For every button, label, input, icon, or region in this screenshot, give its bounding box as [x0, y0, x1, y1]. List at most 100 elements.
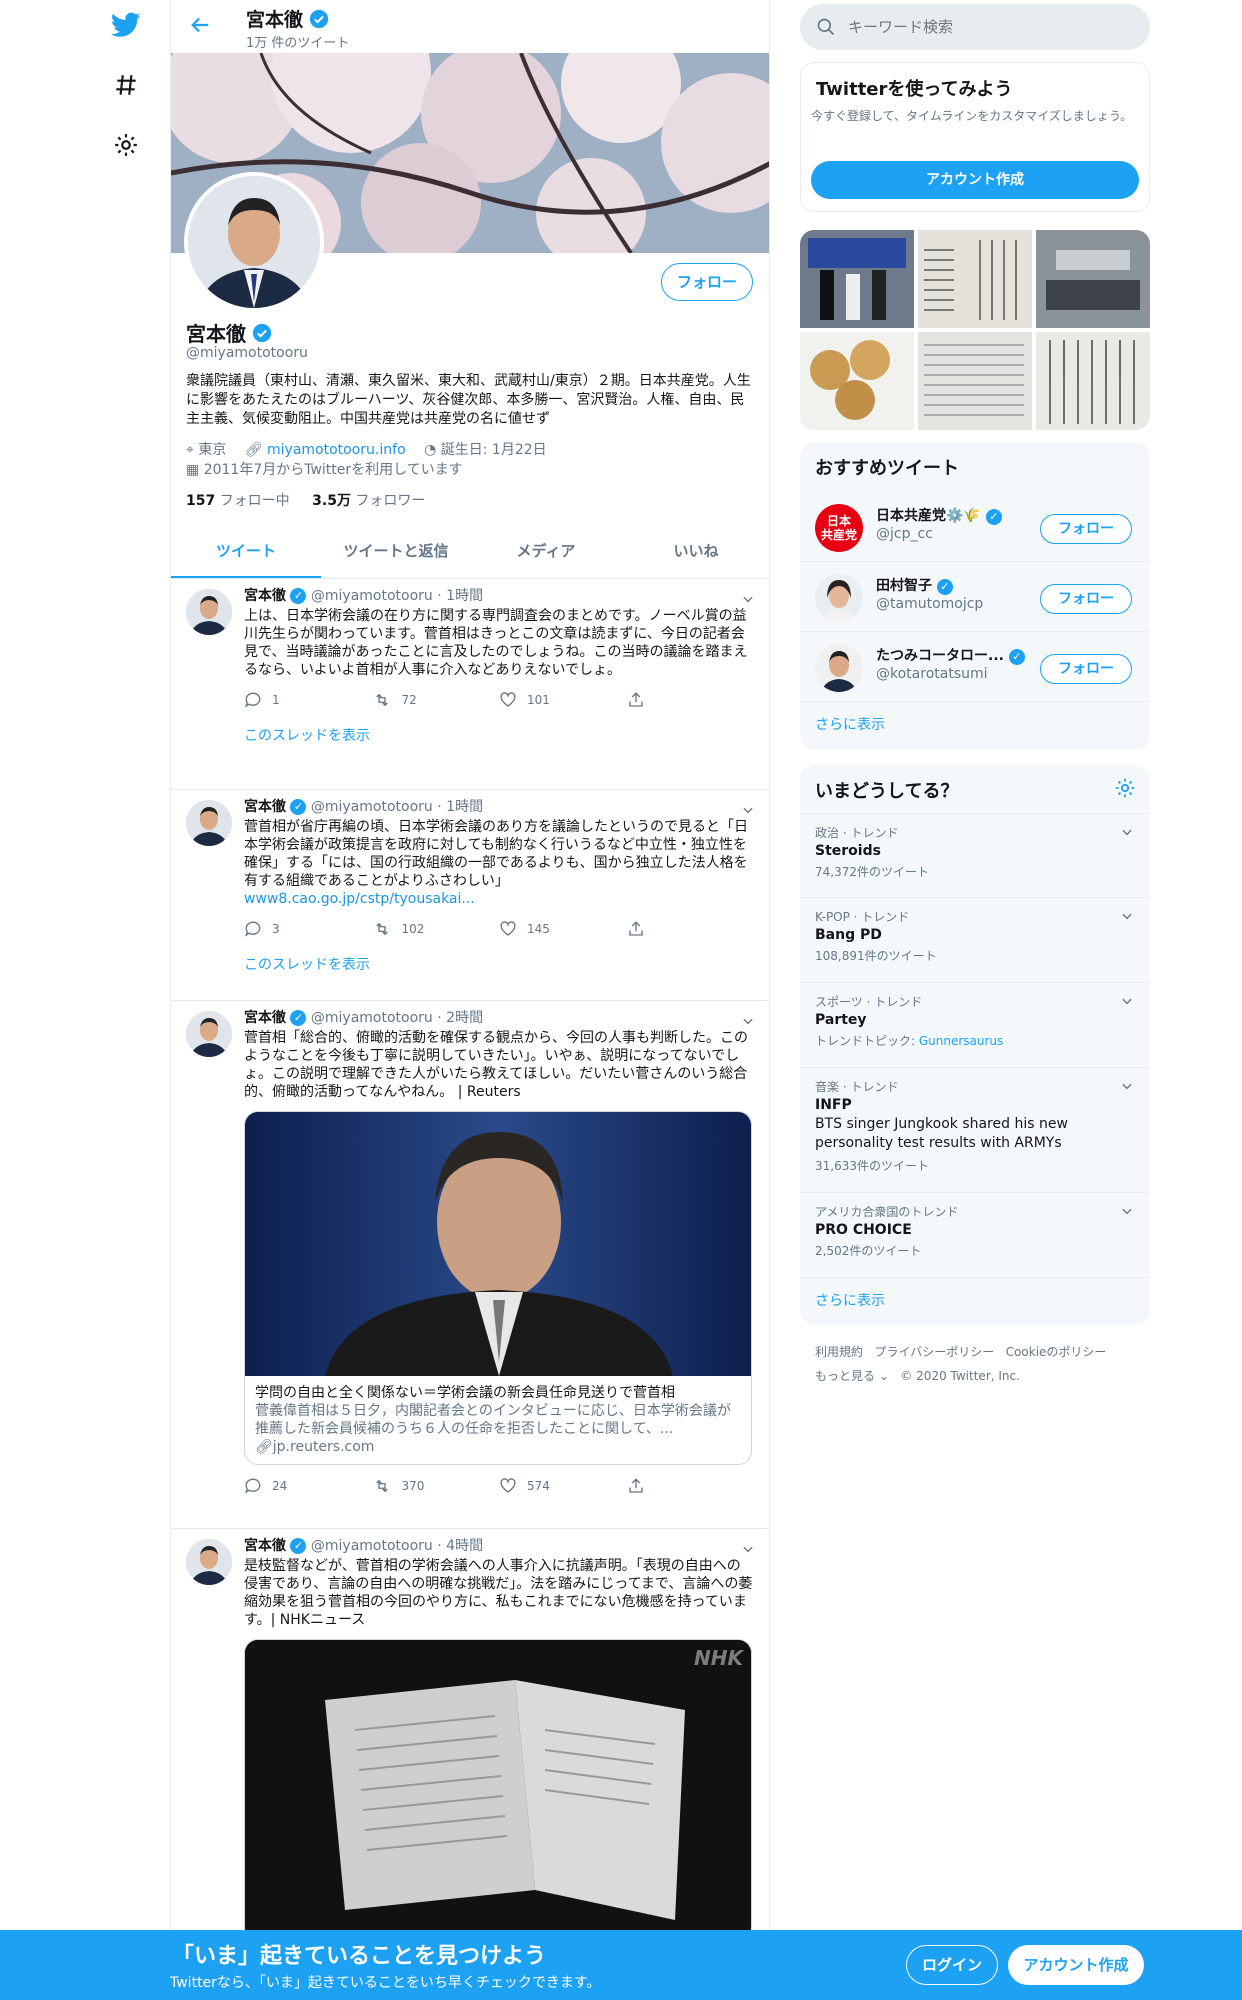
- card-description: 菅義偉首相は５日夕，内閣記者会とのインタビューに応じ、日本学術会議が推薦した新会…: [255, 1403, 731, 1437]
- suggested-user[interactable]: たつみコータロー... ✓ @kotarotatsumi フォロー: [800, 632, 1150, 702]
- signup-description: 今すぐ登録して、タイムラインをカスタマイズしましょう。: [811, 109, 1133, 123]
- link-card[interactable]: 学問の自由と全く関係ない＝学術会議の新会員任命見送りで菅首相 菅義偉首相は５日夕…: [244, 1111, 752, 1465]
- tweet[interactable]: 宮本徹 ✓ @miyamototooru · 2時間 菅首相「総合的、俯瞰的活動…: [171, 1001, 769, 1529]
- share-button[interactable]: [627, 1477, 755, 1495]
- trend-item[interactable]: 政治 · トレンド Steroids 74,372件のツイート: [800, 813, 1150, 898]
- retweet-button[interactable]: 102: [372, 920, 500, 938]
- create-account-button[interactable]: アカウント作成: [811, 161, 1139, 199]
- suggested-user-handle: @tamutomojcp: [876, 596, 984, 612]
- verified-badge-icon: ✓: [290, 799, 307, 815]
- follow-button[interactable]: フォロー: [1040, 654, 1132, 684]
- suggested-user-name[interactable]: 田村智子: [876, 578, 932, 594]
- tweet-author-name[interactable]: 宮本徹: [244, 799, 286, 815]
- chevron-down-icon[interactable]: [1120, 1078, 1134, 1097]
- footer-link-terms[interactable]: 利用規約: [815, 1345, 863, 1359]
- trend-item[interactable]: 音楽 · トレンド INFP BTS singer Jungkook shared …: [800, 1068, 1150, 1193]
- chevron-down-icon[interactable]: [1120, 824, 1134, 843]
- share-button[interactable]: [627, 920, 755, 938]
- profile-meta: ⌖ 東京 🔗︎ miyamototooru.info ◔ 誕生日: 1月22日 …: [186, 440, 756, 480]
- tweet-avatar[interactable]: [186, 1011, 232, 1057]
- suggested-show-more-link[interactable]: さらに表示: [815, 714, 885, 734]
- retweet-button[interactable]: 72: [372, 691, 500, 709]
- tab-likes[interactable]: いいね: [621, 525, 769, 578]
- tweet-time[interactable]: 1時間: [446, 588, 483, 604]
- profile-avatar[interactable]: [184, 172, 324, 312]
- tweet-avatar[interactable]: [186, 1539, 232, 1585]
- tweet-avatar[interactable]: [186, 589, 232, 635]
- chevron-down-icon[interactable]: [1120, 993, 1134, 1012]
- footer-link-cookie[interactable]: Cookieのポリシー: [1006, 1345, 1107, 1359]
- card-domain: jp.reuters.com: [272, 1439, 375, 1455]
- show-thread-link[interactable]: このスレッドを表示: [244, 725, 754, 745]
- twitter-bird-icon[interactable]: [111, 10, 141, 40]
- tweet[interactable]: 宮本徹 ✓ @miyamototooru · 1時間 菅首相が省庁再編の頃、日本…: [171, 790, 769, 1001]
- tweet-author-handle[interactable]: @miyamototooru: [311, 1538, 433, 1554]
- jcp-logo-avatar[interactable]: 日本 共産党: [815, 504, 863, 552]
- follow-button[interactable]: フォロー: [1040, 514, 1132, 544]
- suggested-user-handle: @kotarotatsumi: [876, 666, 988, 682]
- gear-icon[interactable]: [1114, 777, 1136, 803]
- profile-follow-button[interactable]: フォロー: [661, 263, 753, 301]
- reply-button[interactable]: 3: [244, 920, 372, 938]
- gear-icon[interactable]: [111, 130, 141, 160]
- tweet-time[interactable]: 4時間: [446, 1538, 483, 1554]
- chevron-down-icon[interactable]: [1120, 908, 1134, 927]
- hashtag-icon[interactable]: [111, 70, 141, 100]
- tweet-time[interactable]: 1時間: [446, 799, 483, 815]
- trend-item[interactable]: K-POP · トレンド Bang PD 108,891件のツイート: [800, 898, 1150, 983]
- footer-more-link[interactable]: もっと見る ⌄: [815, 1369, 889, 1383]
- tab-tweets-replies[interactable]: ツイートと返信: [321, 525, 471, 578]
- chevron-down-icon[interactable]: [1120, 1203, 1134, 1222]
- follow-button[interactable]: フォロー: [1040, 584, 1132, 614]
- reply-button[interactable]: 24: [244, 1477, 372, 1495]
- link-icon: 🔗︎: [244, 442, 263, 458]
- media-thumb: [1036, 230, 1150, 328]
- search-box[interactable]: [800, 4, 1150, 50]
- search-input[interactable]: [848, 15, 1128, 39]
- retweet-button[interactable]: 370: [372, 1477, 500, 1495]
- tweet-author-handle[interactable]: @miyamototooru: [311, 799, 433, 815]
- link-card[interactable]: NHK: [244, 1639, 752, 1941]
- like-button[interactable]: 145: [499, 920, 627, 938]
- tweet-author-name[interactable]: 宮本徹: [244, 1010, 286, 1026]
- profile-name: 宮本徹: [186, 318, 272, 347]
- login-button[interactable]: ログイン: [906, 1945, 998, 1985]
- tweet-author-handle[interactable]: @miyamototooru: [311, 1010, 433, 1026]
- tweet[interactable]: 宮本徹 ✓ @miyamototooru · 1時間 上は、日本学術会議の在り方…: [171, 579, 769, 790]
- like-button[interactable]: 574: [499, 1477, 627, 1495]
- tweet-link[interactable]: www8.cao.go.jp/cstp/tyousakai...: [244, 891, 475, 907]
- verified-badge-icon: [252, 323, 272, 343]
- footer-link-privacy[interactable]: プライバシーポリシー: [874, 1345, 994, 1359]
- bottom-create-account-button[interactable]: アカウント作成: [1008, 1945, 1144, 1985]
- suggested-user-avatar[interactable]: [815, 574, 863, 622]
- tweet-author-name[interactable]: 宮本徹: [244, 588, 286, 604]
- share-button[interactable]: [627, 691, 755, 709]
- tweet-author-handle[interactable]: @miyamototooru: [311, 588, 433, 604]
- back-arrow-icon[interactable]: [189, 14, 211, 40]
- trends-show-more-link[interactable]: さらに表示: [815, 1290, 885, 1310]
- suggested-title: おすすめツイート: [815, 458, 959, 479]
- tab-media[interactable]: メディア: [471, 525, 621, 578]
- tweet-avatar[interactable]: [186, 800, 232, 846]
- reply-button[interactable]: 1: [244, 691, 372, 709]
- tweet-time[interactable]: 2時間: [446, 1010, 483, 1026]
- following-link[interactable]: 157 フォロー中: [186, 493, 290, 509]
- trend-item[interactable]: アメリカ合衆国のトレンド PRO CHOICE 2,502件のツイート: [800, 1193, 1150, 1278]
- verified-badge-icon: [309, 9, 329, 29]
- tweet-actions: 3 102 145: [244, 920, 754, 938]
- trend-item[interactable]: スポーツ · トレンド Partey トレンドトピック: Gunnersaurus: [800, 983, 1150, 1068]
- followers-link[interactable]: 3.5万 フォロワー: [312, 493, 425, 509]
- verified-badge-icon: ✓: [290, 588, 307, 604]
- show-thread-link[interactable]: このスレッドを表示: [244, 954, 754, 974]
- suggested-user-name[interactable]: 日本共産党⚙️🌾: [876, 508, 981, 524]
- suggested-user-name[interactable]: たつみコータロー...: [876, 648, 1004, 664]
- tab-tweets[interactable]: ツイート: [171, 525, 321, 578]
- suggested-user[interactable]: 田村智子 ✓ @tamutomojcp フォロー: [800, 562, 1150, 632]
- bottom-bar-subtitle: Twitterなら、「いま」起きていることをいち早くチェックできます。: [170, 1975, 601, 1991]
- profile-url-link[interactable]: miyamototooru.info: [267, 442, 406, 458]
- like-button[interactable]: 101: [499, 691, 627, 709]
- tweet-author-name[interactable]: 宮本徹: [244, 1538, 286, 1554]
- suggested-user[interactable]: 日本 共産党 日本共産党⚙️🌾 ✓ @jcp_cc フォロー: [800, 492, 1150, 562]
- suggested-user-avatar[interactable]: [815, 644, 863, 692]
- trend-topic-link[interactable]: Gunnersaurus: [919, 1034, 1003, 1048]
